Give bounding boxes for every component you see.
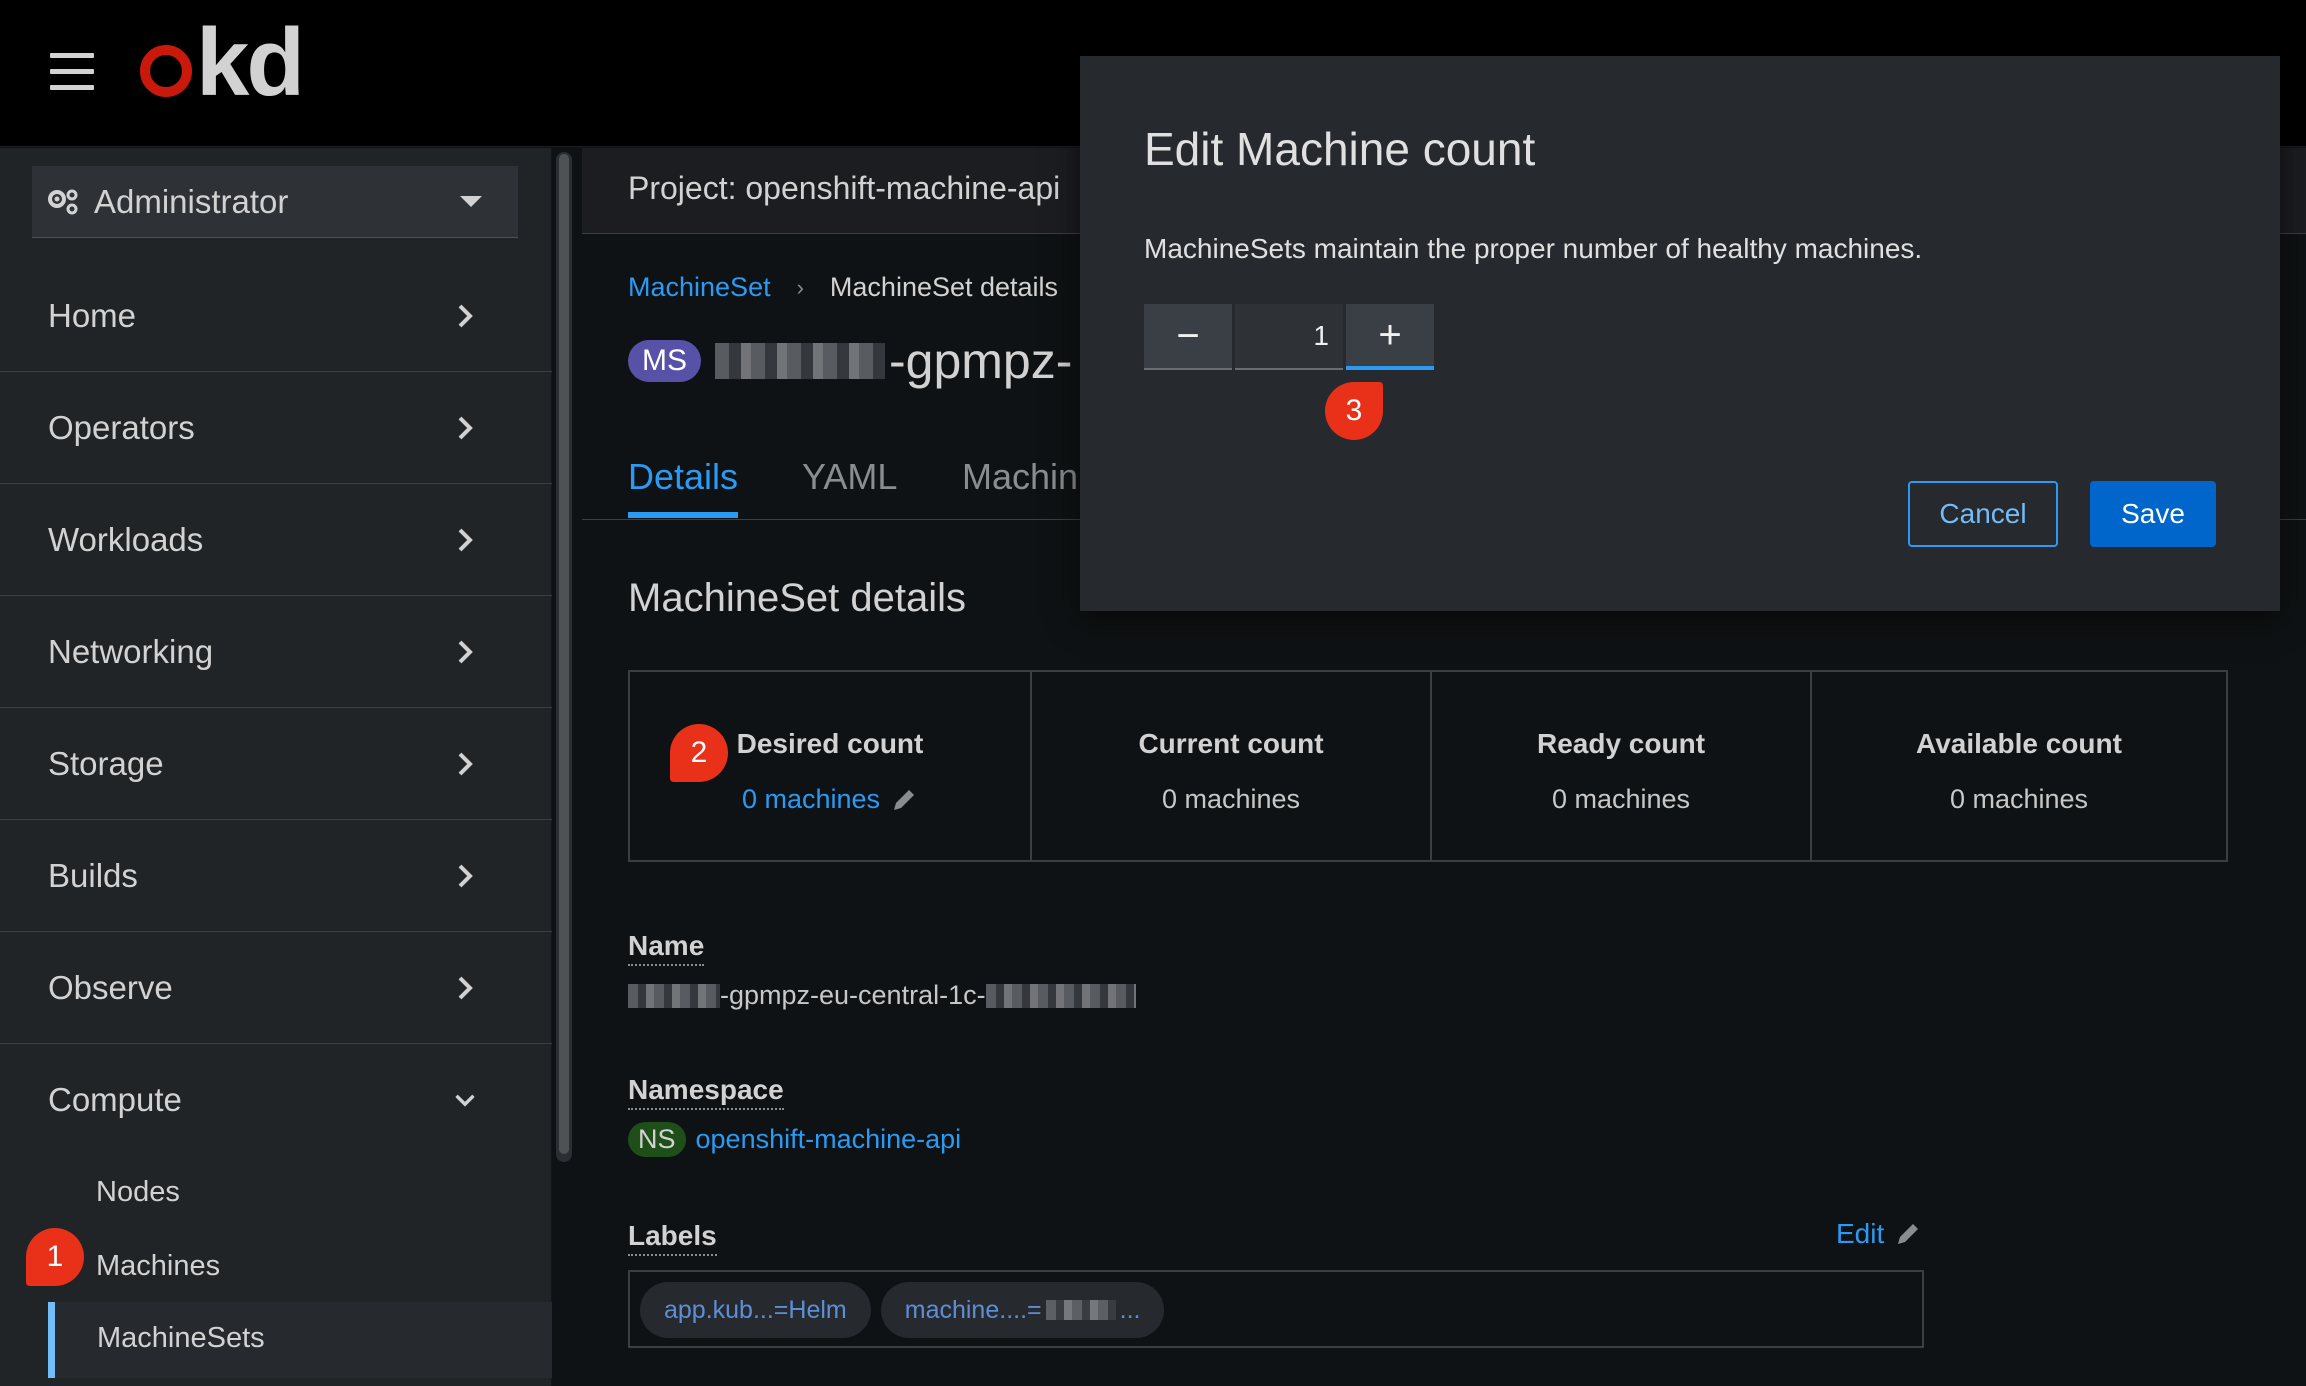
edit-machine-count-modal: Edit Machine count MachineSets maintain … [1080, 56, 2280, 611]
count-summary: Desired count 0 machines Current count 0… [628, 670, 2228, 862]
available-count: Available count 0 machines [1812, 672, 2226, 860]
namespace-label: Namespace [628, 1074, 784, 1110]
count-head: Desired count [736, 728, 924, 759]
logo-o-ring [140, 45, 192, 97]
nav-storage[interactable]: Storage [0, 708, 552, 820]
label-chip[interactable]: machine....= ... [880, 1282, 1165, 1338]
count-value: 0 machines [741, 784, 881, 814]
count-value: 0 machines [1949, 784, 2089, 814]
decrement-button[interactable]: − [1144, 304, 1232, 370]
count-value: 0 machines [1551, 784, 1691, 814]
sidebar-scrollbar[interactable] [556, 152, 572, 1162]
scrollbar-thumb[interactable] [559, 154, 569, 1154]
breadcrumb-machineset-link[interactable]: MachineSet [628, 272, 771, 303]
chip-text: machine....= [904, 1295, 1042, 1324]
nav-label: Operators [48, 408, 195, 446]
pencil-icon [890, 786, 918, 814]
page-title: MS -gpmpz- [628, 332, 1072, 390]
nav-label: Builds [48, 856, 138, 894]
step-marker-1: 1 [26, 1228, 84, 1286]
redacted-text [985, 983, 1136, 1008]
chip-ellipsis: ... [1119, 1295, 1141, 1324]
ready-count: Ready count 0 machines [1432, 672, 1812, 860]
breadcrumb: MachineSet › MachineSet details [628, 272, 1058, 303]
tab-yaml[interactable]: YAML [802, 456, 897, 498]
chevron-right-icon [454, 637, 476, 667]
title-name: -gpmpz- [889, 333, 1073, 389]
labels-box: app.kub...=Helm machine....= ... [628, 1270, 1924, 1348]
count-head: Current count [1138, 728, 1324, 759]
chevron-right-icon [454, 749, 476, 779]
name-value: -gpmpz-eu-central-1c- [628, 980, 1136, 1011]
current-count: Current count 0 machines [1032, 672, 1432, 860]
save-button[interactable]: Save [2090, 481, 2216, 547]
chevron-right-icon [454, 525, 476, 555]
perspective-switcher[interactable]: Administrator [32, 166, 518, 238]
redacted-text [1045, 1300, 1116, 1320]
active-tab-indicator [628, 512, 738, 518]
nav-label: MachineSets [97, 1322, 265, 1354]
label-chip[interactable]: app.kub...=Helm [640, 1282, 871, 1338]
breadcrumb-current: MachineSet details [829, 272, 1059, 302]
nav-observe[interactable]: Observe [0, 932, 552, 1044]
nav-home[interactable]: Home [0, 260, 552, 372]
nav-compute-nodes[interactable]: Nodes [96, 1176, 180, 1209]
chevron-down-icon [454, 1085, 476, 1115]
section-title: MachineSet details [628, 576, 966, 620]
step-marker-2: 2 [670, 724, 728, 782]
nav-builds[interactable]: Builds [0, 820, 552, 932]
labels-label: Labels [628, 1220, 717, 1256]
namespace-value: NS openshift-machine-api [628, 1122, 961, 1157]
namespace-link[interactable]: openshift-machine-api [696, 1124, 962, 1155]
chevron-right-icon [454, 301, 476, 331]
modal-title: Edit Machine count [1144, 123, 1536, 175]
nav-label: Home [48, 296, 137, 334]
perspective-label: Administrator [94, 182, 289, 220]
project-label: Project: openshift-machine-api [628, 170, 1061, 206]
nav-compute[interactable]: Compute [0, 1044, 552, 1156]
desired-count-edit-link[interactable]: 0 machines [742, 784, 918, 815]
cancel-button[interactable]: Cancel [1908, 481, 2058, 547]
tab-details[interactable]: Details [628, 456, 738, 498]
nav-compute-machines[interactable]: Machines [96, 1250, 220, 1283]
name-text: -gpmpz-eu-central-1c- [720, 980, 986, 1010]
caret-down-icon [460, 196, 482, 207]
cogs-icon [46, 185, 80, 219]
increment-button[interactable]: + [1346, 304, 1434, 370]
nav-networking[interactable]: Networking [0, 596, 552, 708]
labels-edit-link[interactable]: Edit [1836, 1218, 1922, 1250]
modal-description: MachineSets maintain the proper number o… [1144, 233, 1923, 264]
chevron-right-icon [454, 861, 476, 891]
resource-badge: MS [628, 340, 701, 382]
nav-workloads[interactable]: Workloads [0, 484, 552, 596]
machine-count-input[interactable] [1235, 304, 1343, 370]
redacted-text [628, 983, 720, 1008]
redacted-text [715, 343, 885, 379]
count-value: 0 machines [1161, 784, 1301, 814]
nav-label: Workloads [48, 520, 204, 558]
name-label: Name [628, 930, 705, 966]
chevron-right-icon [454, 973, 476, 1003]
nav-operators[interactable]: Operators [0, 372, 552, 484]
pencil-icon [1894, 1220, 1922, 1248]
chevron-right-icon [454, 413, 476, 443]
nav-compute-machinesets[interactable]: MachineSets [48, 1302, 552, 1378]
tab-machines[interactable]: Machin [962, 456, 1078, 498]
hamburger-menu-icon[interactable] [50, 53, 94, 91]
machine-count-stepper: − + [1144, 304, 1434, 370]
nav-label: Storage [48, 744, 164, 782]
okd-logo[interactable]: kd [140, 15, 305, 111]
namespace-badge: NS [628, 1122, 686, 1157]
nav-label: Networking [48, 632, 214, 670]
nav-label: Observe [48, 968, 173, 1006]
edit-label: Edit [1836, 1218, 1885, 1249]
nav-label: Compute [48, 1081, 182, 1118]
breadcrumb-separator-icon: › [796, 274, 804, 300]
step-marker-3: 3 [1325, 382, 1383, 440]
count-head: Available count [1916, 728, 2122, 759]
count-head: Ready count [1536, 728, 1706, 759]
